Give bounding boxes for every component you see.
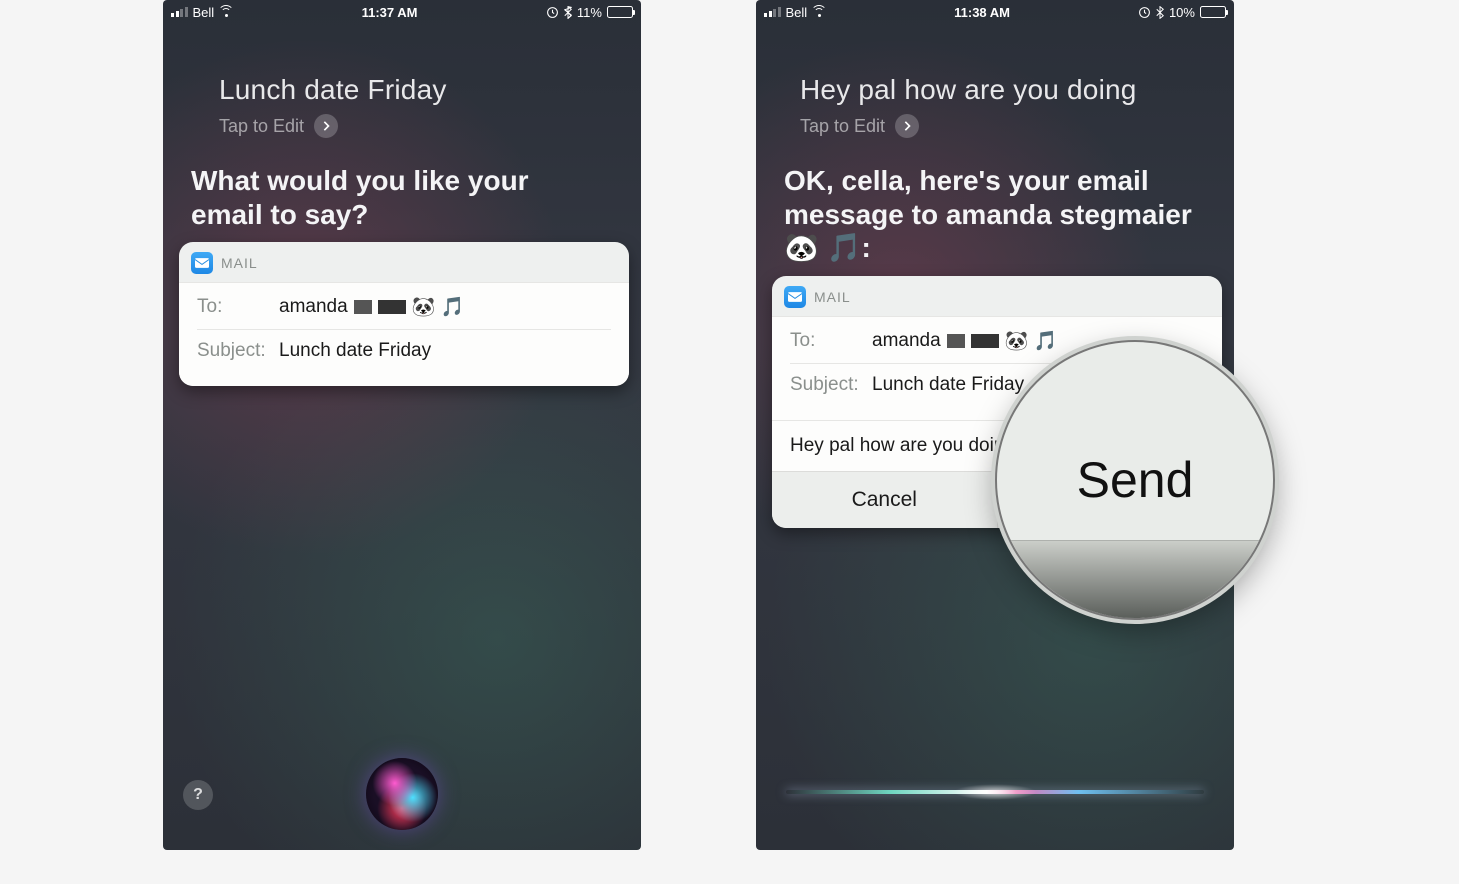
battery-icon xyxy=(1200,6,1226,18)
tap-to-edit-label: Tap to Edit xyxy=(800,116,885,137)
redacted-text xyxy=(378,300,406,314)
to-label: To: xyxy=(197,296,269,318)
mail-app-label: MAIL xyxy=(814,289,851,305)
signal-icon xyxy=(171,7,188,17)
status-right: 11% xyxy=(546,5,633,20)
subject-row[interactable]: Subject: Lunch date Friday xyxy=(197,330,611,372)
redacted-text xyxy=(947,334,965,348)
mail-card-header: MAIL xyxy=(179,242,629,282)
bluetooth-icon xyxy=(1156,6,1164,19)
signal-icon xyxy=(764,7,781,17)
callout-magnifier: Send xyxy=(995,340,1275,620)
carrier-label: Bell xyxy=(193,5,215,20)
mail-card-body: To: amanda 🐼 🎵 Subject: Lunch date Frida… xyxy=(179,282,629,386)
status-time: 11:37 AM xyxy=(362,5,418,20)
to-value: amanda 🐼 🎵 xyxy=(872,329,1057,353)
status-bar: Bell 11:38 AM 10% xyxy=(756,0,1234,24)
help-button[interactable]: ? xyxy=(183,780,213,810)
to-name: amanda xyxy=(279,296,348,318)
to-emoji: 🐼 🎵 xyxy=(1005,329,1058,353)
siri-panel: Lunch date Friday Tap to Edit What would… xyxy=(163,24,641,231)
wifi-icon xyxy=(812,7,826,17)
wifi-icon xyxy=(219,7,233,17)
redacted-text xyxy=(354,300,372,314)
to-value: amanda 🐼 🎵 xyxy=(279,295,464,319)
subject-value: Lunch date Friday xyxy=(872,374,1024,396)
battery-percent: 11% xyxy=(577,5,602,20)
mail-card[interactable]: MAIL To: amanda 🐼 🎵 Subject: Lunch date … xyxy=(179,242,629,386)
help-icon: ? xyxy=(193,786,203,804)
battery-icon xyxy=(607,6,633,18)
status-bar: Bell 11:37 AM 11% xyxy=(163,0,641,24)
cancel-button[interactable]: Cancel xyxy=(772,472,997,528)
redacted-text xyxy=(971,334,999,348)
siri-prompt: OK, cella, here's your email message to … xyxy=(784,164,1194,265)
mail-app-icon xyxy=(191,252,213,274)
orientation-lock-icon xyxy=(1138,6,1151,19)
subject-value: Lunch date Friday xyxy=(279,340,431,362)
subject-label: Subject: xyxy=(790,374,862,396)
status-right: 10% xyxy=(1138,5,1226,20)
tap-to-edit-label: Tap to Edit xyxy=(219,116,304,137)
phone-screen-left: Bell 11:37 AM 11% Lunch date Friday Tap … xyxy=(163,0,641,850)
user-utterance: Hey pal how are you doing xyxy=(800,74,1204,106)
bluetooth-icon xyxy=(564,6,572,19)
mail-app-icon xyxy=(784,286,806,308)
siri-orb-button[interactable] xyxy=(366,758,438,830)
siri-panel: Hey pal how are you doing Tap to Edit OK… xyxy=(756,24,1234,265)
subject-label: Subject: xyxy=(197,340,269,362)
siri-prompt: What would you like your email to say? xyxy=(191,164,601,231)
carrier-label: Bell xyxy=(786,5,808,20)
send-button-zoom[interactable]: Send xyxy=(997,451,1273,509)
mail-app-label: MAIL xyxy=(221,255,258,271)
status-time: 11:38 AM xyxy=(954,5,1010,20)
status-left: Bell xyxy=(764,5,826,20)
tap-to-edit-button[interactable]: Tap to Edit xyxy=(800,114,1204,138)
user-utterance: Lunch date Friday xyxy=(219,74,611,106)
siri-waveform[interactable] xyxy=(786,790,1204,794)
tap-to-edit-button[interactable]: Tap to Edit xyxy=(219,114,611,138)
to-emoji: 🐼 🎵 xyxy=(412,295,465,319)
chevron-right-icon xyxy=(895,114,919,138)
chevron-right-icon xyxy=(314,114,338,138)
orientation-lock-icon xyxy=(546,6,559,19)
to-label: To: xyxy=(790,330,862,352)
to-name: amanda xyxy=(872,330,941,352)
battery-percent: 10% xyxy=(1169,5,1195,20)
to-row[interactable]: To: amanda 🐼 🎵 xyxy=(197,285,611,330)
magnifier-shadow xyxy=(997,540,1273,618)
mail-card-header: MAIL xyxy=(772,276,1222,316)
status-left: Bell xyxy=(171,5,233,20)
